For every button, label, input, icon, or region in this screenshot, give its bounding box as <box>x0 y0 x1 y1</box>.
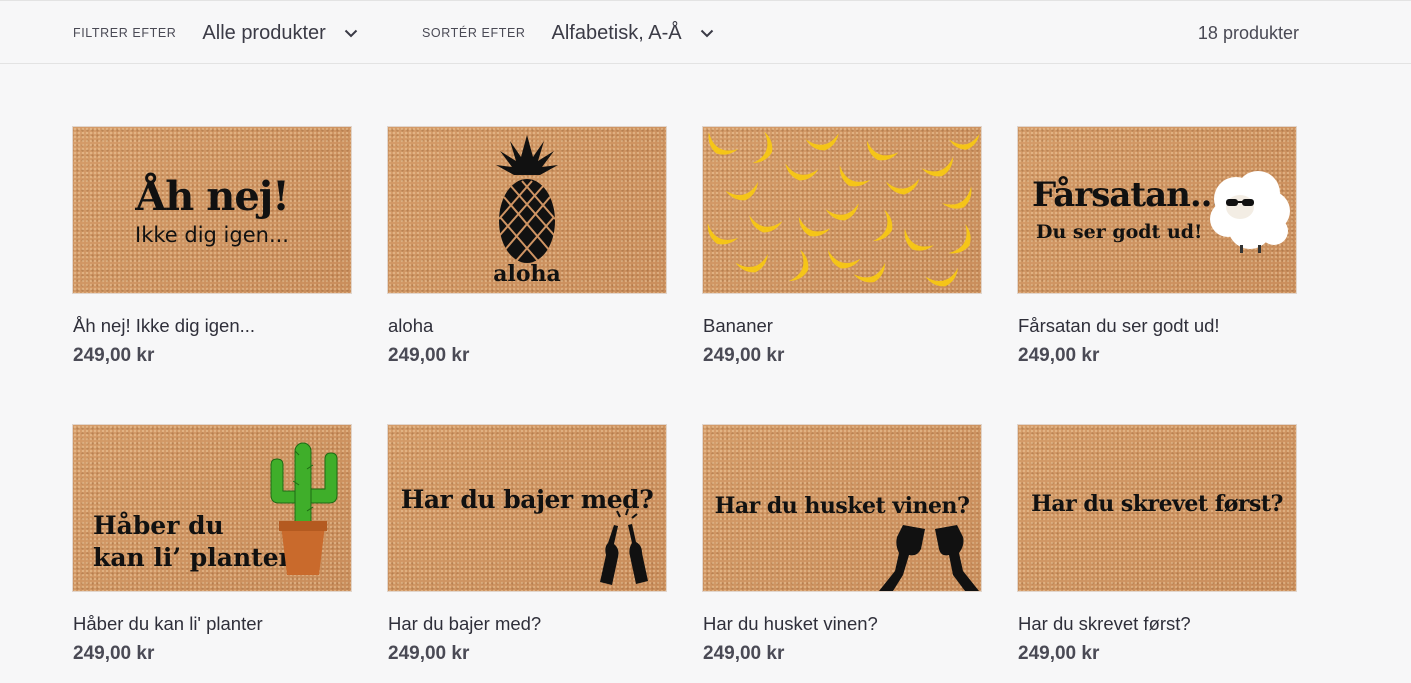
filter-select-value: Alle produkter <box>202 21 326 44</box>
product-price: 249,00 kr <box>703 345 785 366</box>
sort-select-value: Alfabetisk, A-Å <box>551 21 682 44</box>
product-image[interactable]: Har du husket vinen? <box>703 425 981 591</box>
chevron-down-icon <box>344 29 358 37</box>
product-title[interactable]: Fårsatan du ser godt ud! <box>1018 315 1220 337</box>
product-image[interactable]: Åh nej! Ikke dig igen... <box>73 127 351 293</box>
product-title[interactable]: Håber du kan li' planter <box>73 613 263 635</box>
beer-bottles-icon <box>600 508 648 585</box>
sheep-icon <box>1210 171 1290 253</box>
sort-label: SORTÉR EFTER <box>422 26 526 40</box>
product-count: 18 produkter <box>1197 22 1299 43</box>
product-price: 249,00 kr <box>703 643 785 664</box>
product-card[interactable]: Fårsatan... Du ser godt ud! Fårsatan du … <box>1018 127 1296 367</box>
sort-group: SORTÉR EFTER Alfabetisk, A-Å <box>422 1 714 65</box>
product-price: 249,00 kr <box>73 643 155 664</box>
filter-select[interactable]: Alle produkter <box>202 21 358 45</box>
product-price: 249,00 kr <box>1018 643 1100 664</box>
mat-text-line2: Ikke dig igen... <box>135 223 289 247</box>
chevron-down-icon <box>700 29 713 37</box>
product-card[interactable]: Håber du kan li’ planter Håber du kan li… <box>73 425 351 665</box>
product-title[interactable]: aloha <box>388 315 433 337</box>
collection-filter-bar: FILTRER EFTER Alle produkter SORTÉR EFTE… <box>0 0 1411 64</box>
product-price: 249,00 kr <box>388 643 470 664</box>
filter-group: FILTRER EFTER Alle produkter <box>73 1 358 65</box>
product-image[interactable]: aloha <box>388 127 666 293</box>
product-price: 249,00 kr <box>388 345 470 366</box>
product-card[interactable]: Har du skrevet først? Har du skrevet før… <box>1018 425 1296 665</box>
product-card[interactable]: Åh nej! Ikke dig igen... Åh nej! Ikke di… <box>73 127 351 367</box>
product-card[interactable]: Har du husket vinen? Har du husket vinen… <box>703 425 981 665</box>
product-title[interactable]: Åh nej! Ikke dig igen... <box>73 315 255 337</box>
filter-label: FILTRER EFTER <box>73 26 177 40</box>
product-image[interactable]: Håber du kan li’ planter <box>73 425 351 591</box>
product-price: 249,00 kr <box>1018 345 1100 366</box>
product-image[interactable]: Har du skrevet først? <box>1018 425 1296 591</box>
mat-text-line1: Har du skrevet først? <box>1031 491 1283 517</box>
mat-text-line1: Åh nej! <box>135 173 290 220</box>
product-image[interactable]: Fårsatan... Du ser godt ud! <box>1018 127 1296 293</box>
product-card[interactable]: aloha aloha 249,00 kr <box>388 127 666 367</box>
sort-select[interactable]: Alfabetisk, A-Å <box>552 22 714 45</box>
cactus-icon <box>270 442 338 575</box>
product-title[interactable]: Har du bajer med? <box>388 613 541 635</box>
product-title[interactable]: Har du skrevet først? <box>1018 613 1191 635</box>
product-card[interactable]: Bananer 249,00 kr <box>703 127 981 367</box>
product-image[interactable]: Har du bajer med? <box>388 425 666 591</box>
product-title[interactable]: Har du husket vinen? <box>703 613 878 635</box>
mat-text-line1: aloha <box>493 261 561 287</box>
product-title[interactable]: Bananer <box>703 315 773 337</box>
wine-glasses-icon <box>879 525 979 591</box>
product-price: 249,00 kr <box>73 345 155 366</box>
banana-icon <box>703 131 981 291</box>
product-card[interactable]: Har du bajer med? Har du bajer med? 249,… <box>388 425 666 665</box>
product-image[interactable] <box>703 127 981 293</box>
